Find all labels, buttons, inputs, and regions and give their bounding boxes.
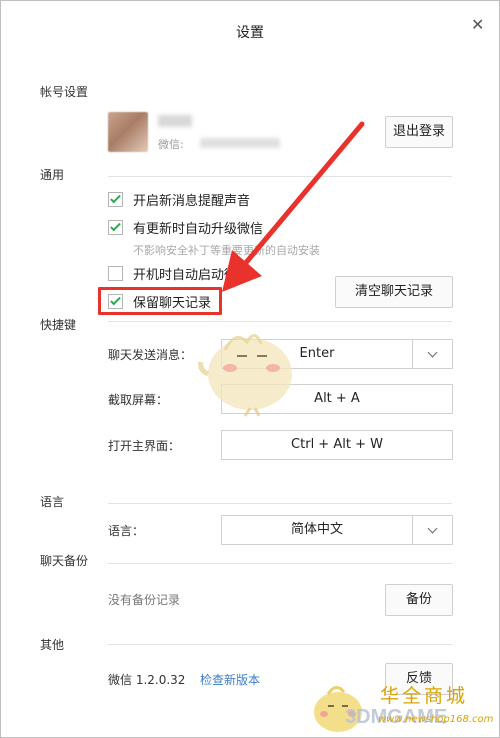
brand-url-watermark: www.newshop168.com	[378, 714, 494, 725]
brand-watermark-text: 华全商城	[380, 685, 469, 707]
mascot-watermark-icon	[198, 334, 292, 417]
